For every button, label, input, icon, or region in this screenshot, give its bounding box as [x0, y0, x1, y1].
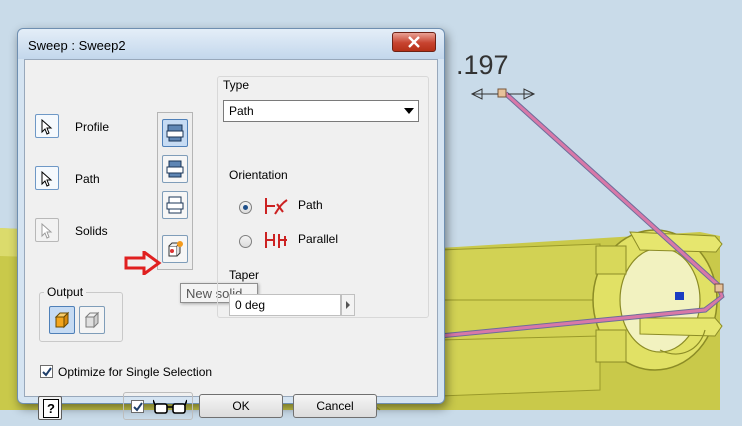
- path-select-button[interactable]: [35, 166, 59, 190]
- taper-spin-button[interactable]: [341, 294, 355, 316]
- spin-arrow-icon: [346, 301, 350, 309]
- profile-label: Profile: [75, 120, 110, 134]
- orientation-path-label: Path: [298, 198, 323, 212]
- operation-mode-stack: [157, 112, 193, 270]
- dialog-content: Profile Path Solids New solid Output Typ…: [24, 59, 438, 420]
- path-label: Path: [75, 172, 100, 186]
- dialog-title: Sweep : Sweep2: [28, 38, 126, 53]
- optimize-checkbox[interactable]: [40, 365, 53, 378]
- sweep-dialog: Sweep : Sweep2 Profile Path Solids New s…: [17, 28, 445, 420]
- profile-select-button[interactable]: [35, 114, 59, 138]
- checkmark-icon: [42, 367, 52, 377]
- dropdown-arrow-icon: [404, 108, 414, 114]
- cut-icon: [166, 160, 184, 178]
- parallel-orientation-icon: [265, 232, 287, 248]
- close-icon: [408, 36, 420, 48]
- checkmark-icon: [133, 402, 143, 412]
- output-legend: Output: [44, 285, 87, 299]
- solids-select-button[interactable]: [35, 218, 59, 242]
- intersect-icon: [166, 196, 184, 214]
- new-solid-icon: [168, 241, 183, 257]
- preview-checkbox[interactable]: [131, 400, 144, 413]
- new-solid-button[interactable]: [162, 235, 188, 263]
- taper-input[interactable]: 0 deg: [229, 294, 341, 316]
- help-icon: ?: [43, 399, 59, 418]
- cursor-arrow-icon: [41, 223, 53, 239]
- path-orientation-icon: [265, 198, 288, 215]
- orientation-path-radio[interactable]: [239, 201, 252, 214]
- type-dropdown[interactable]: Path: [223, 100, 419, 122]
- join-mode-button[interactable]: [162, 119, 188, 147]
- surface-cube-icon: [84, 311, 100, 329]
- preview-glasses-icon: [153, 399, 187, 414]
- join-icon: [166, 124, 184, 142]
- taper-value: 0 deg: [235, 298, 266, 312]
- output-solid-button[interactable]: [49, 306, 75, 334]
- orientation-label: Orientation: [229, 168, 288, 182]
- type-dropdown-value: Path: [229, 104, 254, 118]
- ok-button[interactable]: OK: [199, 394, 283, 418]
- solid-cube-icon: [54, 311, 70, 329]
- pointer-arrow-icon: [124, 251, 162, 275]
- help-button[interactable]: ?: [38, 396, 62, 420]
- optimize-label: Optimize for Single Selection: [58, 365, 213, 379]
- cut-mode-button[interactable]: [162, 155, 188, 183]
- cancel-button[interactable]: Cancel: [293, 394, 377, 418]
- dimension-label[interactable]: .197: [456, 50, 509, 81]
- taper-label: Taper: [229, 268, 260, 282]
- orientation-parallel-radio[interactable]: [239, 235, 252, 248]
- intersect-mode-button[interactable]: [162, 191, 188, 219]
- output-surface-button[interactable]: [79, 306, 105, 334]
- dialog-titlebar[interactable]: Sweep : Sweep2: [18, 29, 444, 59]
- orientation-parallel-label: Parallel: [298, 232, 339, 246]
- cursor-arrow-icon: [41, 171, 53, 187]
- solids-label: Solids: [75, 224, 108, 238]
- cursor-arrow-icon: [41, 119, 53, 135]
- close-button[interactable]: [392, 32, 436, 52]
